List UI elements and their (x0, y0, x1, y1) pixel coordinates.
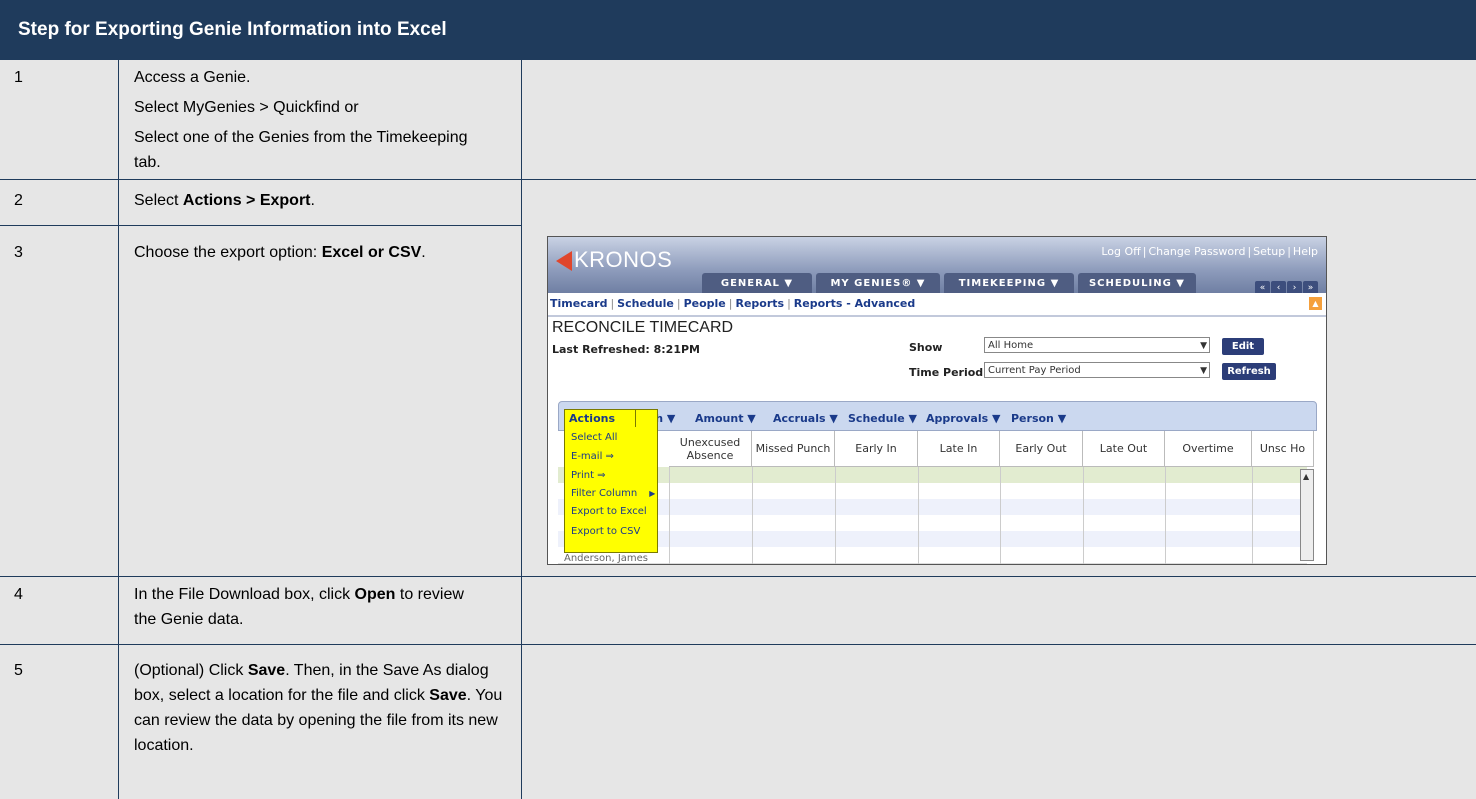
step-number: 2 (14, 192, 23, 209)
grid-line (1083, 467, 1084, 564)
top-links: Log Off | Change Password | Setup | Help (1101, 245, 1318, 258)
sub-navigation: Timecard | Schedule | People | Reports | Reports… (548, 293, 1326, 317)
menu-item-export-excel[interactable]: Export to Excel (571, 506, 647, 517)
step-text: Access a Genie. Select MyGenies > Quickf… (134, 65, 514, 175)
column-divider (521, 60, 522, 799)
subnav-timecard[interactable]: Timecard (550, 297, 607, 310)
grid-line (1165, 467, 1166, 564)
step-text: In the File Download box, click Open to … (134, 586, 464, 628)
table-row[interactable] (558, 483, 1307, 500)
grid-line (752, 467, 753, 564)
kronos-screenshot: KRONOS Log Off | Change Password | Setup | Hel… (547, 236, 1327, 565)
scroll-up-icon[interactable]: ▲ (1303, 472, 1309, 481)
logoff-link[interactable]: Log Off (1101, 245, 1140, 258)
step-number: 1 (14, 69, 23, 86)
tab-scheduling[interactable]: SCHEDULING ▼ (1078, 273, 1196, 295)
submenu-arrow-icon: ▶ (649, 489, 656, 498)
dropdown-icon: ▼ (1200, 341, 1207, 351)
show-label: Show (909, 341, 943, 354)
step-line: Select MyGenies > Quickfind or (134, 99, 359, 116)
genie-toolbar: Punch ▼ Amount ▼ Accruals ▼ Schedule ▼ A… (558, 401, 1317, 431)
kronos-logo-icon (556, 251, 572, 271)
grid-line (1252, 467, 1253, 564)
column-header[interactable]: Unexcused Absence (669, 431, 752, 467)
table-row[interactable] (558, 531, 1307, 548)
step-row-4: 4 In the File Download box, click Open t… (0, 577, 1476, 645)
menu-item-filter-column[interactable]: Filter Column ▶ (571, 488, 655, 499)
tab-timekeeping[interactable]: TIMEKEEPING ▼ (944, 273, 1074, 295)
grid-line (918, 467, 919, 564)
collapse-icon[interactable]: ▲ (1309, 297, 1322, 310)
column-header[interactable]: Unsc Ho (1252, 431, 1314, 467)
table-header: Step for Exporting Genie Information int… (0, 0, 1476, 60)
toolbar-schedule[interactable]: Schedule ▼ (848, 412, 917, 425)
menu-item-email[interactable]: E-mail ⇒ (571, 451, 614, 462)
step-row-2: 2 Select Actions > Export. (0, 180, 1476, 226)
subnav-people[interactable]: People (684, 297, 726, 310)
menu-item-select-all[interactable]: Select All (571, 432, 617, 443)
setup-link[interactable]: Setup (1253, 245, 1285, 258)
step-number: 3 (14, 244, 23, 261)
step-line: Access a Genie. (134, 69, 251, 86)
subnav-schedule[interactable]: Schedule (617, 297, 674, 310)
time-period-label: Time Period (909, 366, 984, 379)
toolbar-accruals[interactable]: Accruals ▼ (773, 412, 838, 425)
step-text: Select Actions > Export. (134, 192, 315, 209)
menu-item-export-csv[interactable]: Export to CSV (571, 526, 640, 537)
step-row-1: 1 Access a Genie. Select MyGenies > Quic… (0, 60, 1476, 180)
step-text: (Optional) Click Save. Then, in the Save… (134, 662, 503, 754)
edit-button[interactable]: Edit (1222, 338, 1264, 355)
actions-menu-title[interactable]: Actions (564, 409, 636, 427)
subnav-reports-advanced[interactable]: Reports - Advanced (794, 297, 915, 310)
kronos-topbar: KRONOS Log Off | Change Password | Setup | Hel… (548, 237, 1326, 296)
table-row[interactable] (558, 467, 1307, 484)
tab-general[interactable]: GENERAL ▼ (702, 273, 812, 295)
grid-line (669, 467, 670, 564)
page-title: RECONCILE TIMECARD (552, 319, 734, 336)
table-row[interactable] (558, 547, 1307, 564)
menu-item-print[interactable]: Print ⇒ (571, 470, 606, 481)
step-number: 5 (14, 662, 23, 679)
change-password-link[interactable]: Change Password (1148, 245, 1245, 258)
show-select[interactable]: All Home ▼ (984, 337, 1210, 353)
table-row[interactable] (558, 515, 1307, 532)
column-header[interactable]: Overtime (1165, 431, 1252, 467)
column-header[interactable]: Early In (835, 431, 918, 467)
refresh-button[interactable]: Refresh (1222, 363, 1276, 380)
step-row-5: 5 (Optional) Click Save. Then, in the Sa… (0, 645, 1476, 799)
grid-line (1000, 467, 1001, 564)
kronos-logo: KRONOS (556, 247, 672, 273)
grid-line (835, 467, 836, 564)
employee-name: Anderson, James (564, 553, 648, 564)
toolbar-person[interactable]: Person ▼ (1011, 412, 1066, 425)
vertical-scrollbar[interactable]: ▲ (1300, 469, 1314, 561)
step-number: 4 (14, 586, 23, 603)
actions-menu: Actions Select All E-mail ⇒ Print ⇒ Filt… (564, 409, 658, 553)
dropdown-icon: ▼ (1200, 366, 1207, 376)
column-header[interactable]: Late Out (1083, 431, 1165, 467)
toolbar-approvals[interactable]: Approvals ▼ (926, 412, 1000, 425)
time-period-select[interactable]: Current Pay Period ▼ (984, 362, 1210, 378)
column-header[interactable]: Missed Punch (752, 431, 835, 467)
document: Step for Exporting Genie Information int… (0, 0, 1476, 799)
step-text: Choose the export option: Excel or CSV. (134, 244, 426, 261)
step-line: Select one of the Genies from the Timeke… (134, 129, 468, 171)
subnav-reports[interactable]: Reports (735, 297, 784, 310)
tab-my-genies[interactable]: MY GENIES® ▼ (816, 273, 940, 295)
last-refreshed: Last Refreshed: 8:21PM (552, 343, 700, 356)
table-row[interactable] (558, 499, 1307, 516)
column-divider (118, 60, 119, 799)
column-header[interactable]: Early Out (1000, 431, 1083, 467)
column-header[interactable]: Late In (918, 431, 1000, 467)
toolbar-amount[interactable]: Amount ▼ (695, 412, 756, 425)
help-link[interactable]: Help (1293, 245, 1318, 258)
